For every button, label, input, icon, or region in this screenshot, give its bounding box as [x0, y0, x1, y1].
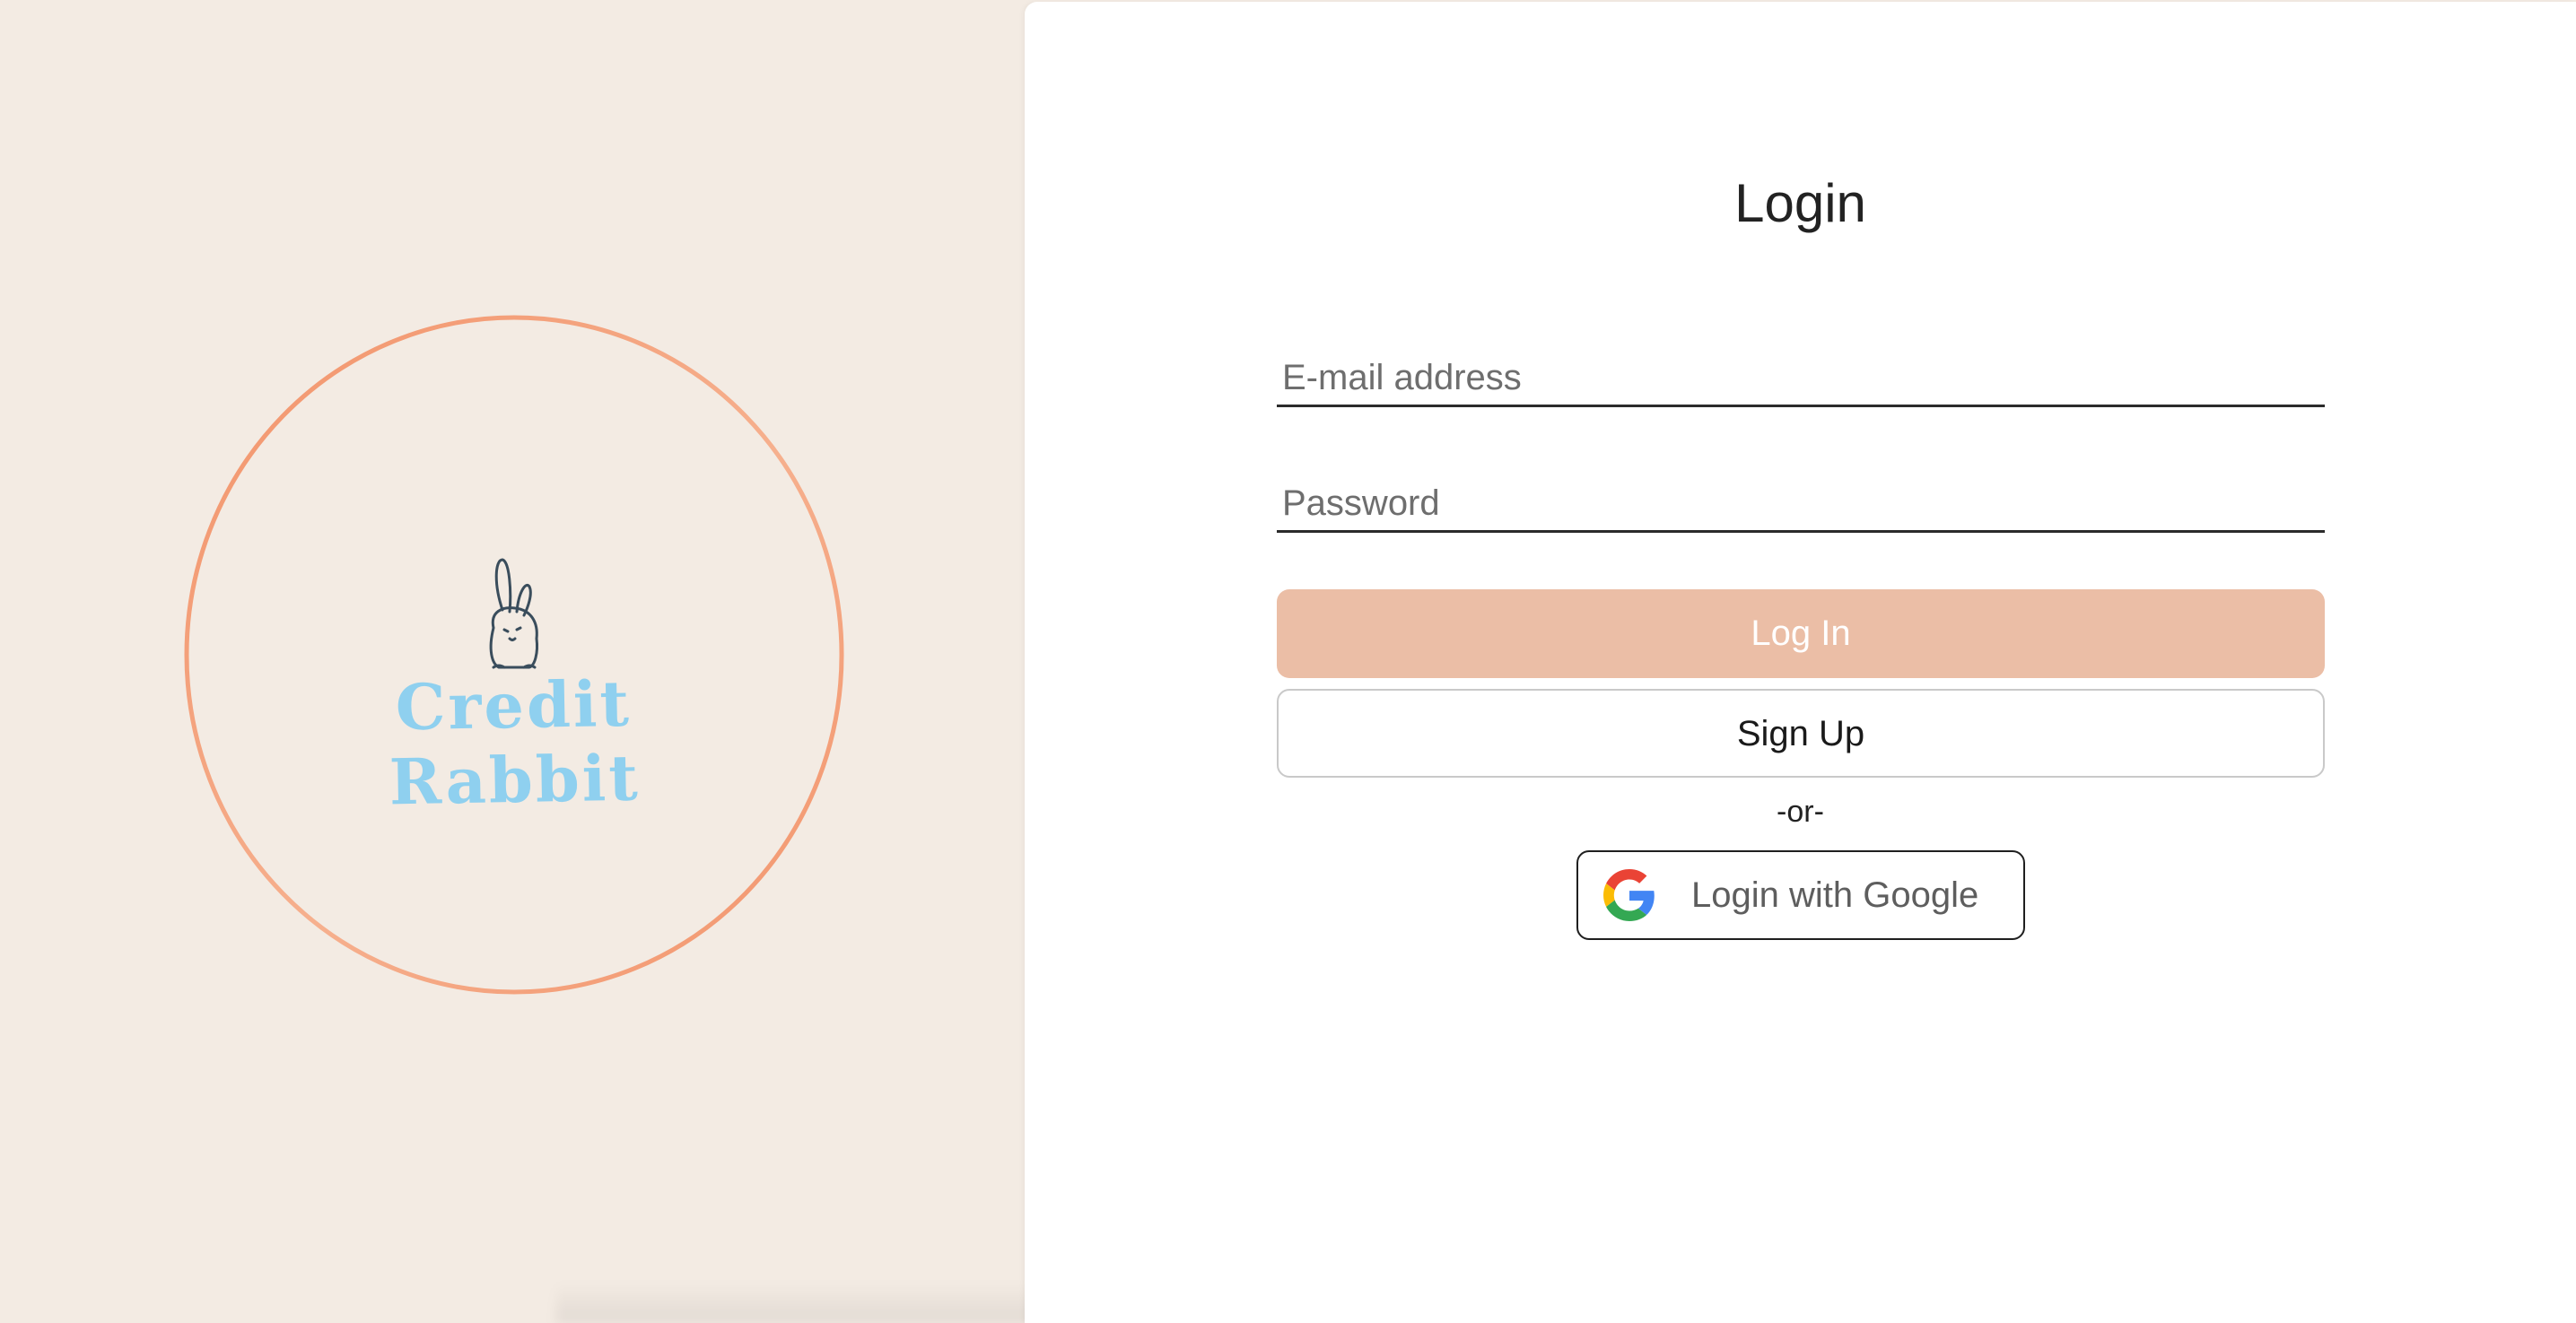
google-button-label: Login with Google — [1691, 875, 1979, 915]
login-card: Login Log In Sign Up -or- Login with Goo… — [1025, 2, 2576, 1323]
signup-button[interactable]: Sign Up — [1277, 689, 2325, 778]
email-field[interactable] — [1277, 352, 2325, 407]
google-icon — [1603, 869, 1655, 921]
or-divider: -or- — [1777, 795, 1824, 829]
brand-pane: Credit Rabbit — [0, 0, 1025, 1323]
rabbit-icon — [467, 556, 562, 676]
login-button[interactable]: Log In — [1277, 589, 2325, 678]
page-title: Login — [1734, 173, 1866, 233]
password-field[interactable] — [1277, 477, 2325, 533]
brand-name: Credit Rabbit — [389, 666, 642, 820]
login-page: Credit Rabbit Login Log In Sign Up -or- … — [0, 0, 2576, 1323]
google-login-button[interactable]: Login with Google — [1576, 850, 2025, 940]
